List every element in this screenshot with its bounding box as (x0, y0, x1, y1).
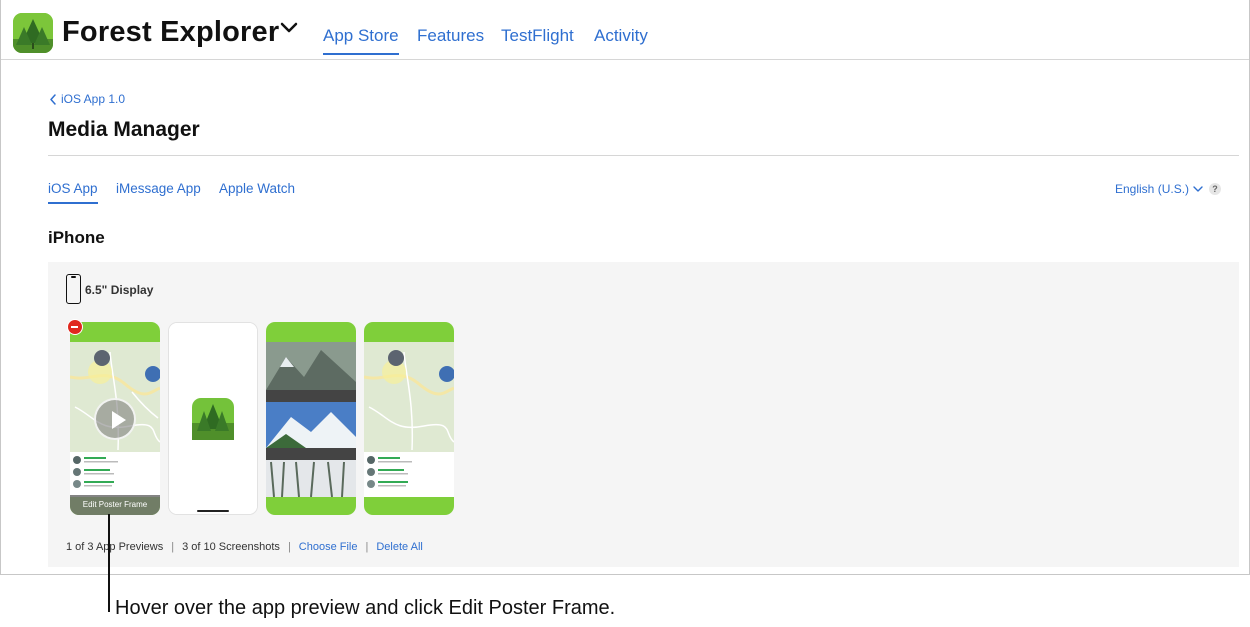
tab-app-store[interactable]: App Store (323, 26, 399, 55)
chevron-down-icon (1193, 185, 1203, 192)
separator: | (171, 541, 175, 553)
media-status-row: 1 of 3 App Previews | 3 of 10 Screenshot… (66, 541, 423, 553)
back-link[interactable]: iOS App 1.0 (49, 92, 125, 106)
screenshot-thumbnail-photo-feed[interactable] (266, 322, 356, 515)
edit-poster-frame-button[interactable]: Edit Poster Frame (70, 495, 160, 515)
play-icon[interactable] (94, 398, 136, 440)
display-size-label: 6.5" Display (85, 283, 154, 297)
top-navigation: Forest Explorer App Store Features TestF… (1, 0, 1249, 60)
separator: | (365, 541, 369, 553)
help-icon[interactable]: ? (1209, 183, 1221, 195)
language-selector[interactable]: English (U.S.) (1115, 182, 1203, 196)
tab-testflight[interactable]: TestFlight (501, 26, 574, 46)
delete-all-link[interactable]: Delete All (376, 541, 422, 553)
preview-count: 1 of 3 App Previews (66, 541, 164, 553)
back-link-label: iOS App 1.0 (61, 92, 126, 106)
callout-caption: Hover over the app preview and click Edi… (115, 597, 616, 619)
tab-features[interactable]: Features (417, 26, 484, 46)
app-store-connect-window: Forest Explorer App Store Features TestF… (0, 0, 1250, 575)
chevron-down-icon[interactable] (280, 22, 298, 34)
divider (48, 155, 1239, 156)
remove-preview-button[interactable] (67, 319, 83, 335)
tab-apple-watch[interactable]: Apple Watch (219, 181, 295, 196)
chevron-left-icon (50, 93, 56, 105)
tab-imessage-app[interactable]: iMessage App (116, 181, 201, 196)
screenshot-count: 3 of 10 Screenshots (182, 541, 280, 553)
separator: | (287, 541, 291, 553)
app-name[interactable]: Forest Explorer (62, 16, 279, 49)
screenshot-thumbnail-splash[interactable] (168, 322, 258, 515)
screenshot-thumbnail-trails[interactable] (364, 322, 454, 515)
tab-activity[interactable]: Activity (594, 26, 648, 46)
page-title: Media Manager (48, 118, 200, 141)
app-icon (13, 13, 53, 53)
section-title-iphone: iPhone (48, 228, 105, 247)
language-selected: English (U.S.) (1115, 182, 1190, 196)
choose-file-link[interactable]: Choose File (299, 541, 358, 553)
iphone-icon (66, 274, 81, 304)
tab-ios-app[interactable]: iOS App (48, 181, 98, 204)
callout-line (108, 514, 110, 612)
